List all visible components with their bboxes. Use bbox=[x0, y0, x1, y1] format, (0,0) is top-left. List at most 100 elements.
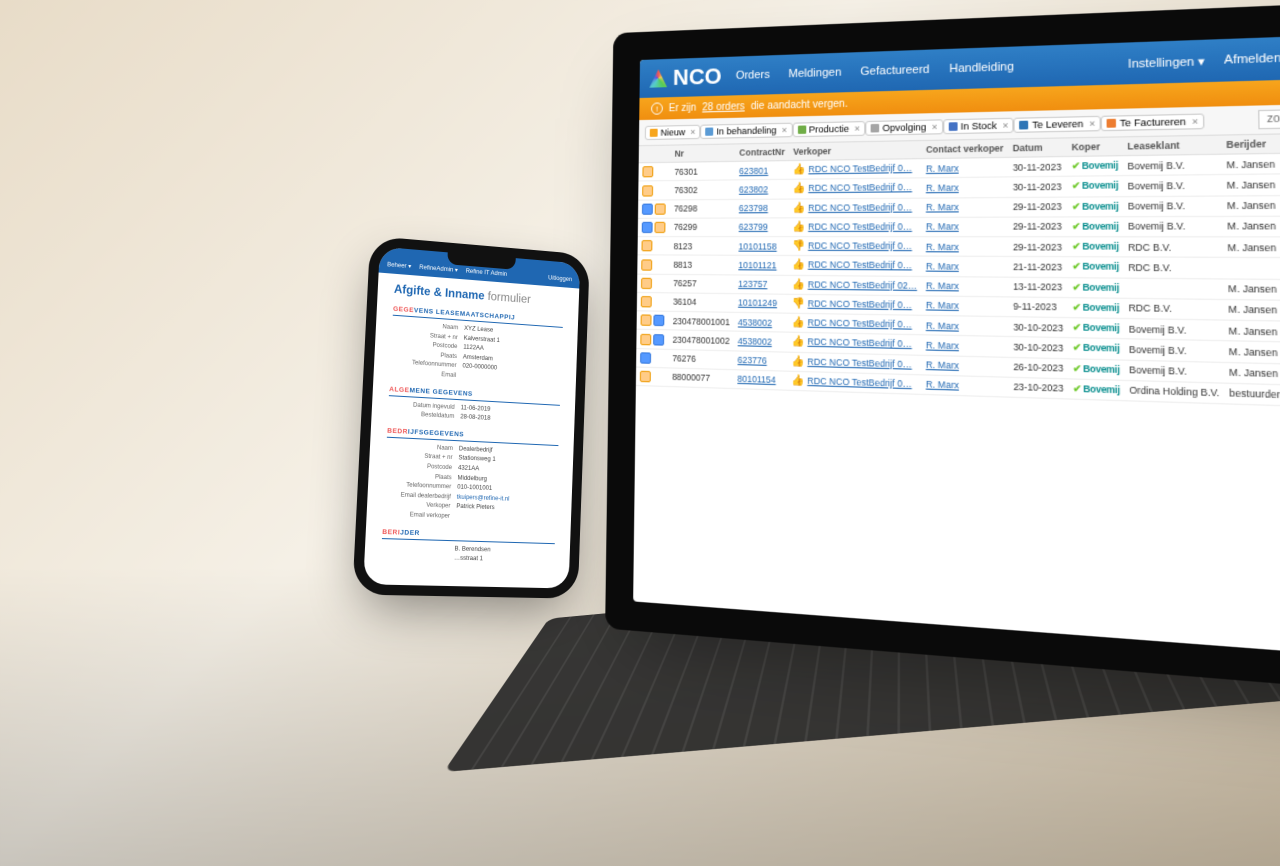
contract-link[interactable]: 10101158 bbox=[739, 241, 777, 251]
contact-link[interactable]: R. Marx bbox=[926, 221, 959, 232]
edit-icon[interactable] bbox=[640, 333, 651, 345]
thumbs-up-icon: 👍 bbox=[792, 317, 805, 329]
edit-icon[interactable] bbox=[642, 166, 653, 177]
form-value: …sstraat 1 bbox=[454, 555, 554, 567]
status-icon[interactable] bbox=[640, 352, 651, 364]
col-contact-verkoper[interactable]: Contact verkoper bbox=[922, 139, 1009, 158]
close-icon[interactable]: × bbox=[1192, 115, 1198, 126]
filter-in-stock[interactable]: In Stock× bbox=[943, 117, 1014, 134]
contract-link[interactable]: 623776 bbox=[738, 355, 767, 366]
contact-link[interactable]: R. Marx bbox=[926, 359, 959, 371]
contract-link[interactable]: 623798 bbox=[739, 203, 768, 214]
edit-icon[interactable] bbox=[642, 185, 653, 196]
verkoper-link[interactable]: RDC NCO TestBedrijf 0… bbox=[808, 317, 912, 330]
edit-icon[interactable] bbox=[641, 277, 652, 288]
close-icon[interactable]: × bbox=[932, 121, 938, 132]
col-contractnr[interactable]: ContractNr bbox=[735, 143, 789, 161]
nav-meldingen[interactable]: Meldingen bbox=[788, 66, 841, 80]
verkoper-link[interactable]: RDC NCO TestBedrijf 02… bbox=[808, 279, 917, 291]
phone-form: Afgifte & Inname formulier GEGEVENS LEAS… bbox=[364, 273, 580, 578]
edit-icon[interactable] bbox=[641, 296, 652, 307]
edit-icon[interactable] bbox=[641, 240, 652, 251]
contact-link[interactable]: R. Marx bbox=[926, 163, 959, 174]
close-icon[interactable]: × bbox=[854, 123, 860, 134]
verkoper-link[interactable]: RDC NCO TestBedrijf 0… bbox=[807, 375, 912, 389]
contact-link[interactable]: R. Marx bbox=[926, 379, 959, 391]
table-row[interactable]: 76299623799👍 RDC NCO TestBedrijf 0…R. Ma… bbox=[638, 215, 1280, 237]
contact-link[interactable]: R. Marx bbox=[926, 182, 959, 193]
contact-link[interactable]: R. Marx bbox=[926, 202, 959, 213]
phone-nav-refineit[interactable]: Refine IT Admin bbox=[466, 268, 508, 277]
cell-leaseklant: Bovemij B.V. bbox=[1123, 154, 1222, 176]
cell-nr: 230478001002 bbox=[668, 330, 733, 350]
cell-berijder: M. Jansen bbox=[1223, 299, 1280, 321]
verkoper-link[interactable]: RDC NCO TestBedrijf 0… bbox=[808, 182, 912, 194]
cell-leaseklant: Bovemij B.V. bbox=[1124, 339, 1224, 362]
col-berijder[interactable]: Berijder bbox=[1221, 134, 1280, 154]
filter-opvolging[interactable]: Opvolging× bbox=[865, 119, 943, 135]
status-icon[interactable] bbox=[654, 315, 665, 326]
contract-link[interactable]: 4538002 bbox=[738, 317, 772, 328]
contract-link[interactable]: 10101249 bbox=[738, 298, 777, 309]
verkoper-link[interactable]: RDC NCO TestBedrijf 0… bbox=[808, 163, 912, 175]
alert-link[interactable]: 28 orders bbox=[702, 101, 745, 113]
verkoper-link[interactable]: RDC NCO TestBedrijf 0… bbox=[808, 260, 912, 271]
col-koper[interactable]: Koper bbox=[1067, 137, 1123, 156]
search-input[interactable] bbox=[1258, 107, 1280, 129]
verkoper-link[interactable]: RDC NCO TestBedrijf 0… bbox=[808, 221, 912, 232]
verkoper-link[interactable]: RDC NCO TestBedrijf 0… bbox=[808, 202, 912, 213]
phone-nav-uitloggen[interactable]: Uitloggen bbox=[548, 275, 572, 283]
close-icon[interactable]: × bbox=[1002, 119, 1008, 130]
close-icon[interactable]: × bbox=[782, 124, 788, 134]
nav-orders[interactable]: Orders bbox=[736, 69, 770, 82]
filter-nieuw[interactable]: Nieuw× bbox=[645, 124, 701, 139]
status-icon[interactable] bbox=[642, 203, 653, 214]
nav-afmelden[interactable]: Afmelden bbox=[1224, 52, 1280, 67]
filter-color-icon bbox=[1107, 118, 1116, 127]
col-verkoper[interactable]: Verkoper bbox=[789, 141, 922, 161]
edit-icon[interactable] bbox=[655, 203, 666, 214]
cell-datum: 13-11-2023 bbox=[1008, 277, 1067, 298]
filter-te-factureren[interactable]: Te Factureren× bbox=[1101, 113, 1204, 131]
verkoper-link[interactable]: RDC NCO TestBedrijf 0… bbox=[807, 356, 911, 369]
contact-link[interactable]: R. Marx bbox=[926, 300, 959, 311]
edit-icon[interactable] bbox=[641, 315, 652, 326]
cell-datum: 30-11-2023 bbox=[1008, 156, 1067, 177]
contact-link[interactable]: R. Marx bbox=[926, 261, 959, 272]
laptop-screen: NCO Orders Meldingen Gefactureerd Handle… bbox=[633, 33, 1280, 661]
contract-link[interactable]: 623799 bbox=[739, 222, 768, 232]
verkoper-link[interactable]: RDC NCO TestBedrijf 0… bbox=[808, 298, 912, 310]
cell-datum: 23-10-2023 bbox=[1009, 377, 1068, 399]
filter-productie[interactable]: Productie× bbox=[792, 121, 865, 137]
close-icon[interactable]: × bbox=[1089, 118, 1095, 129]
contract-link[interactable]: 80101154 bbox=[737, 374, 775, 386]
contract-link[interactable]: 623802 bbox=[739, 184, 768, 195]
close-icon[interactable]: × bbox=[690, 126, 695, 136]
nav-instellingen[interactable]: Instellingen ▾ bbox=[1128, 54, 1205, 71]
filter-in-behandeling[interactable]: In behandeling× bbox=[700, 122, 792, 138]
contract-link[interactable]: 4538002 bbox=[738, 336, 772, 347]
col-leaseklant[interactable]: Leaseklant bbox=[1123, 136, 1222, 156]
edit-icon[interactable] bbox=[655, 222, 666, 233]
edit-icon[interactable] bbox=[640, 371, 651, 383]
filter-te-leveren[interactable]: Te Leveren× bbox=[1014, 115, 1101, 132]
verkoper-link[interactable]: RDC NCO TestBedrijf 0… bbox=[808, 240, 912, 251]
contract-link[interactable]: 10101121 bbox=[738, 260, 776, 271]
col-datum[interactable]: Datum bbox=[1008, 138, 1067, 157]
contract-link[interactable]: 123757 bbox=[738, 279, 767, 290]
filter-color-icon bbox=[650, 128, 658, 136]
col-nr[interactable]: Nr bbox=[670, 144, 735, 162]
contract-link[interactable]: 623801 bbox=[739, 165, 768, 176]
phone-nav-beheer[interactable]: Beheer ▾ bbox=[387, 261, 411, 270]
nav-gefactureerd[interactable]: Gefactureerd bbox=[860, 63, 929, 78]
contact-link[interactable]: R. Marx bbox=[926, 340, 959, 352]
contact-link[interactable]: R. Marx bbox=[926, 320, 959, 331]
nav-handleiding[interactable]: Handleiding bbox=[949, 61, 1014, 76]
status-icon[interactable] bbox=[654, 334, 665, 346]
verkoper-link[interactable]: RDC NCO TestBedrijf 0… bbox=[807, 337, 911, 350]
phone-nav-refineadmin[interactable]: RefineAdmin ▾ bbox=[419, 264, 458, 274]
edit-icon[interactable] bbox=[641, 259, 652, 270]
contact-link[interactable]: R. Marx bbox=[926, 280, 959, 291]
status-icon[interactable] bbox=[642, 222, 653, 233]
contact-link[interactable]: R. Marx bbox=[926, 241, 959, 252]
